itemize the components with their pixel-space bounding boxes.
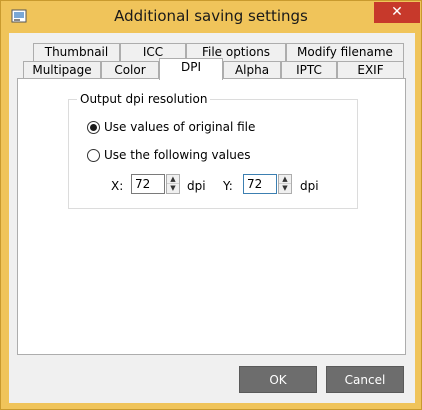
tab-label: DPI xyxy=(180,60,201,74)
radio-use-following[interactable]: Use the following values xyxy=(87,148,251,162)
tab-label: File options xyxy=(201,45,271,59)
tab-dpi[interactable]: DPI xyxy=(159,58,223,80)
tab-label: ICC xyxy=(142,45,164,59)
cancel-button[interactable]: Cancel xyxy=(326,366,404,393)
radio-button-checked[interactable] xyxy=(87,120,100,134)
close-icon: ✕ xyxy=(391,4,403,20)
ok-button[interactable]: OK xyxy=(239,366,317,393)
x-dpi-input[interactable]: 72 xyxy=(131,174,165,194)
tab-label: Modify filename xyxy=(297,45,393,59)
window-title: Additional saving settings xyxy=(114,7,308,25)
y-label: Y: xyxy=(223,179,233,193)
tab-label: IPTC xyxy=(296,63,322,77)
y-dpi-input[interactable]: 72 xyxy=(243,174,277,194)
radio-label-original: Use values of original file xyxy=(104,120,256,134)
close-button[interactable]: ✕ xyxy=(374,2,420,23)
x-unit-label: dpi xyxy=(187,179,206,193)
spin-down-icon[interactable]: ▼ xyxy=(167,184,179,193)
group-title: Output dpi resolution xyxy=(77,92,211,106)
x-label: X: xyxy=(111,179,124,193)
tab-label: EXIF xyxy=(357,63,384,77)
dialog-window: Additional saving settings ✕ Thumbnail I… xyxy=(0,0,422,410)
tab-thumbnail[interactable]: Thumbnail xyxy=(33,43,120,62)
tab-label: Multipage xyxy=(32,63,92,77)
y-dpi-stepper[interactable]: ▲ ▼ xyxy=(278,174,292,194)
radio-use-original[interactable]: Use values of original file xyxy=(87,120,255,134)
radio-button-unchecked[interactable] xyxy=(87,148,100,162)
dialog-client-area: Thumbnail ICC File options Modify filena… xyxy=(9,33,415,403)
tab-label: Alpha xyxy=(234,63,270,77)
y-unit-label: dpi xyxy=(300,179,319,193)
dpi-tab-panel: Output dpi resolution Use values of orig… xyxy=(17,78,406,355)
tab-label: Thumbnail xyxy=(44,45,109,59)
x-dpi-stepper[interactable]: ▲ ▼ xyxy=(166,174,180,194)
spin-up-icon[interactable]: ▲ xyxy=(167,175,179,184)
output-dpi-group: Output dpi resolution Use values of orig… xyxy=(68,92,358,209)
radio-label-following: Use the following values xyxy=(104,148,251,162)
title-bar[interactable]: Additional saving settings ✕ xyxy=(1,1,421,33)
spin-up-icon[interactable]: ▲ xyxy=(279,175,291,184)
tab-label: Color xyxy=(114,63,146,77)
spin-down-icon[interactable]: ▼ xyxy=(279,184,291,193)
tab-modify-filename[interactable]: Modify filename xyxy=(286,43,404,62)
